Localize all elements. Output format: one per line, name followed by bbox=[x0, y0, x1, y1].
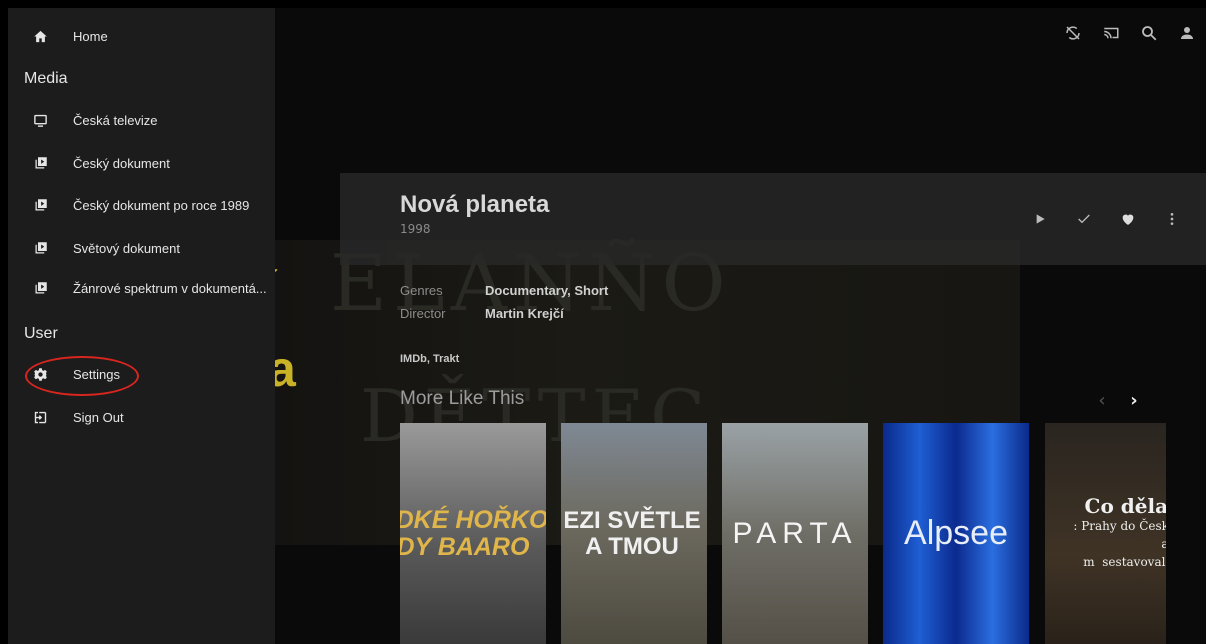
top-toolbar bbox=[1054, 18, 1206, 48]
action-bar bbox=[1018, 207, 1194, 231]
section-header-media: Media bbox=[24, 70, 68, 87]
mark-watched-button[interactable] bbox=[1062, 207, 1106, 231]
director-label: Director bbox=[400, 306, 446, 321]
sidebar-item-sign-out[interactable]: Sign Out bbox=[8, 397, 275, 437]
director-row: Director Martin Krejčí bbox=[400, 306, 564, 322]
sidebar-item-label: Žánrové spektrum v dokumentá... bbox=[73, 280, 267, 296]
sync-disabled-button[interactable] bbox=[1054, 18, 1092, 48]
genres-label: Genres bbox=[400, 283, 443, 298]
play-button[interactable] bbox=[1018, 207, 1062, 231]
card-title: EZI SVĚTLE A TMOU bbox=[563, 507, 701, 560]
card-subtitle: : Prahy do Českého aneb m sestavoval nov bbox=[1073, 519, 1166, 569]
sidebar-item-home[interactable]: Home bbox=[8, 16, 275, 56]
card-title: ADKÉ HOŘKO DY BAARO bbox=[400, 506, 546, 561]
sidebar-item-label: Český dokument po roce 1989 bbox=[73, 197, 250, 213]
video-library-icon bbox=[35, 198, 47, 210]
sidebar-item-svetovy-dokument[interactable]: Světový dokument bbox=[8, 228, 275, 268]
carousel-prev-button[interactable]: ‹ bbox=[1086, 388, 1118, 412]
section-header-user: User bbox=[24, 325, 58, 342]
search-icon bbox=[1142, 26, 1157, 41]
movie-title: Nová planeta bbox=[400, 191, 550, 218]
search-button[interactable] bbox=[1130, 18, 1168, 48]
sidebar-item-cesky-dokument[interactable]: Český dokument bbox=[8, 143, 275, 183]
card-title: Co dělat? bbox=[1084, 494, 1166, 518]
cast-icon bbox=[1104, 27, 1119, 39]
card-poster[interactable]: Co dělat? : Prahy do Českého aneb m sest… bbox=[1045, 423, 1166, 644]
highlight-annotation bbox=[25, 356, 139, 396]
more-like-this-row: ADKÉ HOŘKO DY BAARO EZI SVĚTLE A TMOU PA… bbox=[400, 423, 1166, 644]
director-value[interactable]: Martin Krejčí bbox=[485, 306, 564, 321]
sidebar-item-cesky-dokument-1989[interactable]: Český dokument po roce 1989 bbox=[8, 185, 275, 225]
genres-value[interactable]: Documentary, Short bbox=[485, 283, 608, 298]
external-links[interactable]: IMDb, Trakt bbox=[400, 353, 459, 365]
card-poster[interactable]: PARTA bbox=[722, 423, 868, 644]
video-library-icon bbox=[35, 241, 47, 253]
home-icon bbox=[34, 30, 47, 42]
carousel-next-button[interactable]: › bbox=[1118, 388, 1150, 412]
more-vertical-icon bbox=[1170, 213, 1174, 225]
video-library-icon bbox=[35, 281, 47, 293]
card-poster[interactable]: Alpsee bbox=[883, 423, 1029, 644]
genres-row: Genres Documentary, Short bbox=[400, 283, 608, 299]
sidebar-item-zanrove-spektrum[interactable]: Žánrové spektrum v dokumentá... bbox=[8, 268, 275, 308]
card-title: Alpsee bbox=[904, 513, 1008, 552]
sidebar-item-label: Česká televize bbox=[73, 112, 158, 128]
more-options-button[interactable] bbox=[1150, 207, 1194, 231]
sidebar-item-label: Sign Out bbox=[73, 409, 124, 425]
sidebar-item-label: Světový dokument bbox=[73, 240, 180, 256]
tv-icon bbox=[34, 114, 47, 127]
heart-icon bbox=[1122, 214, 1134, 225]
cast-button[interactable] bbox=[1092, 18, 1130, 48]
sync-disabled-icon bbox=[1066, 26, 1080, 40]
user-icon bbox=[1181, 27, 1193, 39]
video-library-icon bbox=[35, 156, 47, 168]
card-poster[interactable]: ADKÉ HOŘKO DY BAARO bbox=[400, 423, 546, 644]
card-text-block: Co dělat? : Prahy do Českého aneb m sest… bbox=[1073, 496, 1166, 571]
play-icon bbox=[1036, 214, 1045, 224]
card-poster[interactable]: EZI SVĚTLE A TMOU bbox=[561, 423, 707, 644]
sign-out-icon bbox=[34, 411, 47, 423]
user-button[interactable] bbox=[1168, 18, 1206, 48]
check-icon bbox=[1078, 214, 1090, 224]
favorite-button[interactable] bbox=[1106, 207, 1150, 231]
more-like-this-title: More Like This bbox=[400, 388, 525, 409]
sidebar-item-label: Český dokument bbox=[73, 155, 170, 171]
app-window: ELANÑO DĚTTEC í a Nová planeta 1998 bbox=[0, 0, 1206, 644]
movie-year: 1998 bbox=[400, 222, 431, 236]
sidebar-item-label: Home bbox=[73, 28, 108, 44]
sidebar-item-ceska-televize[interactable]: Česká televize bbox=[8, 100, 275, 140]
card-title: PARTA bbox=[732, 516, 858, 550]
carousel-pager: ‹ › bbox=[1086, 388, 1150, 412]
